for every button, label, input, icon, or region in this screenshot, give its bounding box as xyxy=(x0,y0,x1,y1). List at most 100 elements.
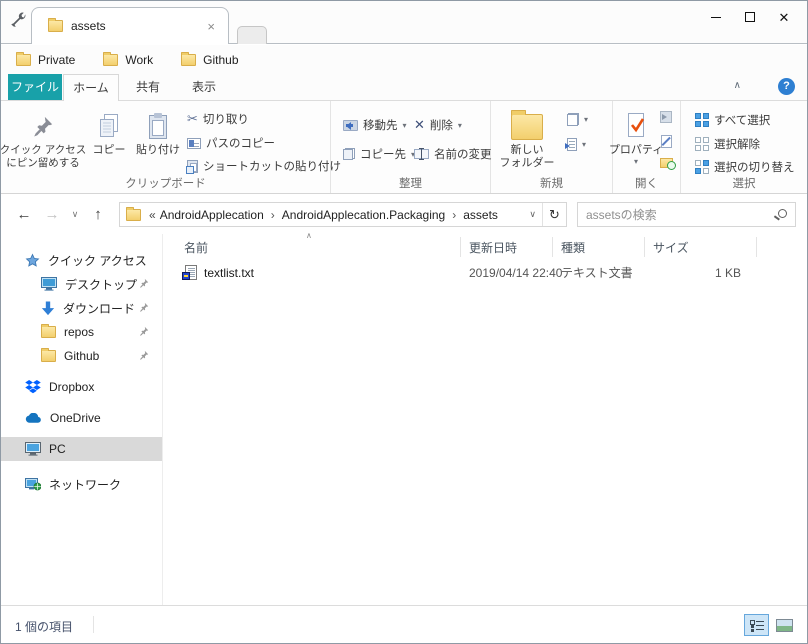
ribbon-tab-share[interactable]: 共有 xyxy=(121,74,175,100)
minimize-button[interactable] xyxy=(699,6,733,28)
cut-button[interactable]: ✂ 切り取り xyxy=(187,111,249,127)
folder-icon xyxy=(181,51,197,66)
folder-icon xyxy=(103,51,119,66)
sidebar-item-quick-access[interactable]: クイック アクセス xyxy=(1,248,162,272)
rename-button[interactable]: 名前の変更 xyxy=(414,146,492,162)
ribbon-tab-row: ファイル ホーム 共有 表示 ∧ ? xyxy=(1,74,807,101)
forward-button[interactable]: → xyxy=(41,195,63,234)
sidebar-item-github[interactable]: Github xyxy=(1,344,162,368)
close-button[interactable]: ✕ xyxy=(767,6,801,28)
quick-access-star-icon xyxy=(25,253,40,267)
ribbon-collapse-icon[interactable]: ∧ xyxy=(734,80,741,91)
invert-selection-label: 選択の切り替え xyxy=(714,162,795,174)
new-item-button[interactable]: ▾ xyxy=(567,113,588,126)
thumbnail-view-button[interactable] xyxy=(772,614,797,636)
bookmark-work[interactable]: Work xyxy=(103,51,153,67)
explorer-tab-assets[interactable]: assets × xyxy=(31,7,229,44)
column-label: 種類 xyxy=(561,240,586,255)
sidebar-item-pc[interactable]: PC xyxy=(1,437,162,461)
easy-access-button[interactable]: ▾ xyxy=(565,138,587,151)
search-icon[interactable] xyxy=(778,209,787,218)
help-icon[interactable]: ? xyxy=(778,78,795,95)
properties-button[interactable]: プロパティ ▾ xyxy=(609,106,663,166)
up-button[interactable]: ↑ xyxy=(87,195,109,234)
select-none-button[interactable]: 選択解除 xyxy=(695,136,760,152)
delete-button[interactable]: ✕ 削除 ▾ xyxy=(414,117,462,133)
paste-label: 貼り付け xyxy=(136,144,180,156)
breadcrumb-segment[interactable]: AndroidApplecation.Packaging xyxy=(280,208,447,222)
ribbon-tab-view[interactable]: 表示 xyxy=(177,74,231,100)
sidebar-item-repos[interactable]: repos xyxy=(1,320,162,344)
sidebar-item-dropbox[interactable]: Dropbox xyxy=(1,375,162,399)
address-dropdown-icon[interactable]: ∨ xyxy=(523,209,542,220)
paste-shortcut-button[interactable]: ショートカットの貼り付け xyxy=(186,158,341,174)
onedrive-icon xyxy=(25,412,41,423)
history-icon xyxy=(660,158,676,170)
refresh-button[interactable]: ↻ xyxy=(542,203,566,226)
move-to-button[interactable]: 移動先 ▾ xyxy=(343,117,407,133)
address-bar[interactable]: « AndroidApplecation › AndroidApplecatio… xyxy=(119,202,567,227)
folder-icon xyxy=(48,18,63,32)
dropdown-icon: ▾ xyxy=(582,140,587,149)
copy-button[interactable]: コピー xyxy=(87,106,131,157)
sort-ascending-icon: ∧ xyxy=(306,231,312,240)
breadcrumb-segment[interactable]: AndroidApplecation xyxy=(158,208,266,222)
cut-label: 切り取り xyxy=(202,114,249,126)
new-tab-button[interactable] xyxy=(237,26,267,44)
path-overflow-icon[interactable]: « xyxy=(147,208,158,222)
breadcrumb-separator-icon[interactable]: › xyxy=(266,208,280,222)
sidebar-item-downloads[interactable]: ダウンロード xyxy=(1,296,162,320)
column-header-modified[interactable]: 更新日時 xyxy=(461,237,553,257)
history-dropdown-icon[interactable]: ∨ xyxy=(67,195,83,234)
column-header-type[interactable]: 種類 xyxy=(553,237,645,257)
properties-label: プロパティ xyxy=(608,144,664,156)
breadcrumb-separator-icon[interactable]: › xyxy=(447,208,461,222)
maximize-button[interactable] xyxy=(733,6,767,28)
delete-icon: ✕ xyxy=(414,117,425,132)
properties-icon xyxy=(625,106,647,140)
select-none-icon xyxy=(695,137,709,151)
sidebar-item-onedrive[interactable]: OneDrive xyxy=(1,406,162,430)
details-view-icon xyxy=(749,619,764,631)
column-header-size[interactable]: サイズ xyxy=(645,237,757,257)
edit-button[interactable] xyxy=(661,135,672,148)
tab-label: assets xyxy=(71,19,106,33)
ribbon-tab-home[interactable]: ホーム xyxy=(63,74,119,101)
pin-quick-access-button[interactable]: クイック アクセス にピン留めする xyxy=(1,106,86,170)
tab-close-icon[interactable]: × xyxy=(204,19,218,34)
download-icon xyxy=(41,301,55,315)
sidebar-item-network[interactable]: ネットワーク xyxy=(1,472,162,496)
file-name-cell[interactable]: textlist.txt xyxy=(164,264,461,281)
folder-icon xyxy=(126,206,141,221)
file-name: textlist.txt xyxy=(204,265,255,280)
select-all-button[interactable]: すべて選択 xyxy=(695,112,770,128)
copy-path-button[interactable]: パスのコピー xyxy=(187,135,275,151)
file-row-textlist[interactable]: textlist.txt 2019/04/14 22:40 テキスト文書 1 K… xyxy=(164,262,807,283)
wrench-icon[interactable] xyxy=(9,10,27,29)
pc-icon xyxy=(25,442,41,456)
new-folder-button[interactable]: 新しい フォルダー xyxy=(497,106,557,170)
sidebar-item-desktop[interactable]: デスクトップ xyxy=(1,272,162,296)
history-button[interactable] xyxy=(660,158,676,170)
tab-strip: assets × ✕ xyxy=(1,1,807,44)
bookmark-private[interactable]: Private xyxy=(16,51,76,67)
column-header-name[interactable]: 名前 ∧ xyxy=(164,231,461,257)
bookmark-label: Private xyxy=(38,52,76,67)
copy-to-button[interactable]: コピー先 ▾ xyxy=(343,146,415,162)
scissors-icon: ✂ xyxy=(187,111,198,126)
breadcrumb-segment[interactable]: assets xyxy=(461,208,500,222)
move-to-icon xyxy=(343,119,358,131)
sidebar-item-label: デスクトップ xyxy=(65,277,138,292)
paste-button[interactable]: 貼り付け xyxy=(133,106,183,157)
ribbon-tab-file[interactable]: ファイル xyxy=(8,74,62,100)
open-button[interactable] xyxy=(660,111,672,123)
details-view-button[interactable] xyxy=(744,614,769,636)
back-button[interactable]: ← xyxy=(13,195,35,234)
sidebar-item-label: クイック アクセス xyxy=(48,253,147,268)
search-input[interactable] xyxy=(578,203,795,226)
invert-selection-button[interactable]: 選択の切り替え xyxy=(695,159,795,175)
bookmark-github[interactable]: Github xyxy=(181,51,239,67)
sidebar-item-label: ダウンロード xyxy=(63,301,136,316)
copy-to-label: コピー先 xyxy=(360,149,406,161)
column-label: 更新日時 xyxy=(469,240,518,255)
